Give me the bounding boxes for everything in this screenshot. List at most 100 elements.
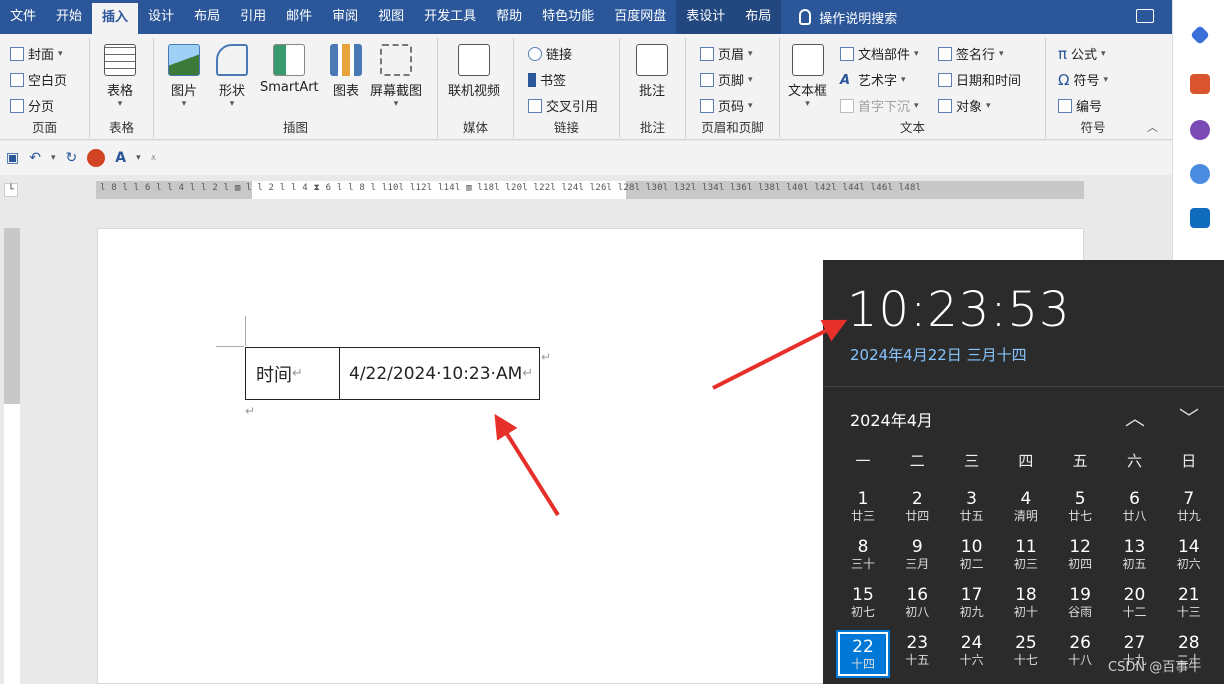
calendar-day[interactable]: 17 初九 — [945, 582, 999, 628]
menu-help[interactable]: 帮助 — [486, 0, 532, 34]
picture-button[interactable]: 图片 ▾ — [168, 44, 200, 109]
calendar-day[interactable]: 20 十二 — [1108, 582, 1162, 628]
link-button[interactable]: 链接 — [528, 44, 572, 63]
calendar-month[interactable]: 2024年4月 — [850, 407, 933, 431]
tab-selector[interactable]: └ — [4, 183, 18, 197]
calendar-day[interactable]: 9 三月 — [890, 534, 944, 580]
calendar-day[interactable]: 5 廿七 — [1053, 486, 1107, 532]
font-color-icon[interactable]: A — [115, 150, 126, 166]
numbering-button[interactable]: 编号 — [1058, 96, 1102, 115]
symbol-button[interactable]: Ω 符号 ▾ — [1058, 70, 1108, 90]
calendar-day[interactable]: 14 初六 — [1162, 534, 1216, 580]
menu-developer[interactable]: 开发工具 — [414, 0, 486, 34]
blank-page-button[interactable]: 空白页 — [10, 70, 67, 89]
wordart-button[interactable]: A 艺术字 ▾ — [840, 70, 906, 90]
menu-table-design[interactable]: 表设计 — [676, 0, 736, 34]
horizontal-ruler[interactable]: l 8 l l 6 l l 4 l l 2 l ▥ l l 2 l l 4 ⧗ … — [96, 181, 1084, 199]
smartart-button[interactable]: SmartArt — [260, 44, 319, 95]
lightbulb-icon — [799, 9, 812, 25]
calendar-day[interactable]: 16 初八 — [890, 582, 944, 628]
page-break-button[interactable]: 分页 — [10, 96, 54, 115]
signature-line-button[interactable]: 签名行 ▾ — [938, 44, 1004, 63]
cross-reference-label: 交叉引用 — [546, 100, 599, 115]
vertical-ruler[interactable] — [4, 228, 20, 684]
calendar-day[interactable]: 21 十三 — [1162, 582, 1216, 628]
menu-mailings[interactable]: 邮件 — [276, 0, 322, 34]
calendar-day[interactable]: 1 廿三 — [836, 486, 890, 532]
menu-insert[interactable]: 插入 — [92, 3, 139, 34]
numbering-icon — [1058, 98, 1072, 113]
menu-baidu[interactable]: 百度网盘 — [604, 0, 676, 34]
undo-dropdown-icon[interactable]: ▾ — [51, 153, 56, 163]
calendar-day[interactable]: 24 十六 — [945, 630, 999, 676]
flyout-divider — [823, 386, 1224, 387]
text-box-button[interactable]: 文本框 ▾ — [788, 44, 827, 109]
document-table[interactable]: 时间 ↵ 4/22/2024·10:23·AM ↵ — [245, 347, 540, 400]
calendar-day[interactable]: 26 十八 — [1053, 630, 1107, 676]
clock-date-link[interactable]: 2024年4月22日 三月十四 — [850, 344, 1027, 365]
calendar-day[interactable]: 23 十五 — [890, 630, 944, 676]
menu-table-layout[interactable]: 布局 — [735, 0, 782, 34]
menu-review[interactable]: 审阅 — [322, 0, 368, 34]
menu-view[interactable]: 视图 — [368, 0, 414, 34]
header-button[interactable]: 页眉 ▾ — [700, 44, 753, 63]
previous-month-icon[interactable]: ︿ — [1125, 402, 1145, 431]
tell-me-search[interactable]: 操作说明搜索 — [799, 8, 897, 27]
comment-icon[interactable] — [1136, 9, 1154, 23]
tag-icon[interactable] — [1190, 25, 1210, 45]
calendar-day[interactable]: 11 初三 — [999, 534, 1053, 580]
page-number-button[interactable]: 页码 ▾ — [700, 96, 753, 115]
calendar-day[interactable]: 6 廿八 — [1108, 486, 1162, 532]
table-button[interactable]: 表格 ▾ — [104, 44, 136, 109]
calendar-day[interactable]: 8 三十 — [836, 534, 890, 580]
calendar-day[interactable]: 7 廿九 — [1162, 486, 1216, 532]
calendar-day[interactable]: 4 清明 — [999, 486, 1053, 532]
collapse-ribbon-icon[interactable]: ︿ — [1147, 119, 1158, 135]
calendar-day[interactable]: 3 廿五 — [945, 486, 999, 532]
calendar-day[interactable]: 25 十七 — [999, 630, 1053, 676]
menu-file[interactable]: 文件 — [0, 0, 46, 34]
people-icon[interactable] — [1190, 120, 1210, 140]
calendar-day[interactable]: 10 初二 — [945, 534, 999, 580]
date-time-button[interactable]: 日期和时间 — [938, 70, 1021, 89]
object-button[interactable]: 对象 ▾ — [938, 96, 991, 115]
online-video-button[interactable]: 联机视频 — [448, 44, 500, 99]
font-color-dropdown-icon[interactable]: ▾ — [136, 153, 141, 163]
outlook-icon[interactable] — [1190, 208, 1210, 228]
powerpoint-icon[interactable] — [87, 149, 106, 167]
menu-features[interactable]: 特色功能 — [532, 0, 604, 34]
copilot-icon[interactable] — [1190, 164, 1210, 184]
quick-parts-button[interactable]: 文档部件 ▾ — [840, 44, 919, 63]
menu-design[interactable]: 设计 — [138, 0, 184, 34]
calendar-day[interactable]: 12 初四 — [1053, 534, 1107, 580]
next-month-icon[interactable]: ﹀ — [1179, 402, 1199, 431]
drop-cap-button[interactable]: 首字下沉 ▾ — [840, 96, 919, 115]
calendar-day[interactable]: 15 初七 — [836, 582, 890, 628]
new-comment-button[interactable]: 批注 — [636, 44, 668, 99]
undo-icon[interactable]: ↶ — [29, 150, 41, 166]
customize-qat-icon[interactable]: ⩡ — [151, 153, 157, 164]
calendar-day[interactable]: 2 廿四 — [890, 486, 944, 532]
chart-button[interactable]: 图表 — [330, 44, 362, 99]
day-number: 26 — [1069, 633, 1091, 653]
calendar-day[interactable]: 13 初五 — [1108, 534, 1162, 580]
table-cell-label[interactable]: 时间 ↵ — [246, 348, 340, 399]
save-icon[interactable]: ▣ — [6, 150, 19, 166]
calendar-day[interactable]: 19 谷雨 — [1053, 582, 1107, 628]
menu-home[interactable]: 开始 — [46, 0, 92, 34]
calendar-day[interactable]: 18 初十 — [999, 582, 1053, 628]
redo-icon[interactable]: ↻ — [66, 150, 78, 166]
footer-button[interactable]: 页脚 ▾ — [700, 70, 753, 89]
table-cell-value[interactable]: 4/22/2024·10:23·AM ↵ — [340, 348, 539, 399]
bookmark-button[interactable]: 书签 — [528, 70, 566, 89]
cross-reference-button[interactable]: 交叉引用 — [528, 96, 598, 115]
shapes-icon — [216, 44, 248, 76]
menu-layout[interactable]: 布局 — [184, 0, 230, 34]
menu-references[interactable]: 引用 — [230, 0, 276, 34]
screenshot-button[interactable]: 屏幕截图 ▾ — [370, 44, 422, 109]
briefcase-icon[interactable] — [1190, 74, 1210, 94]
calendar-day-today[interactable]: 22 十四 — [836, 630, 890, 678]
cover-page-button[interactable]: 封面 ▾ — [10, 44, 63, 63]
equation-button[interactable]: π 公式 ▾ — [1058, 44, 1106, 64]
shapes-button[interactable]: 形状 ▾ — [216, 44, 248, 109]
